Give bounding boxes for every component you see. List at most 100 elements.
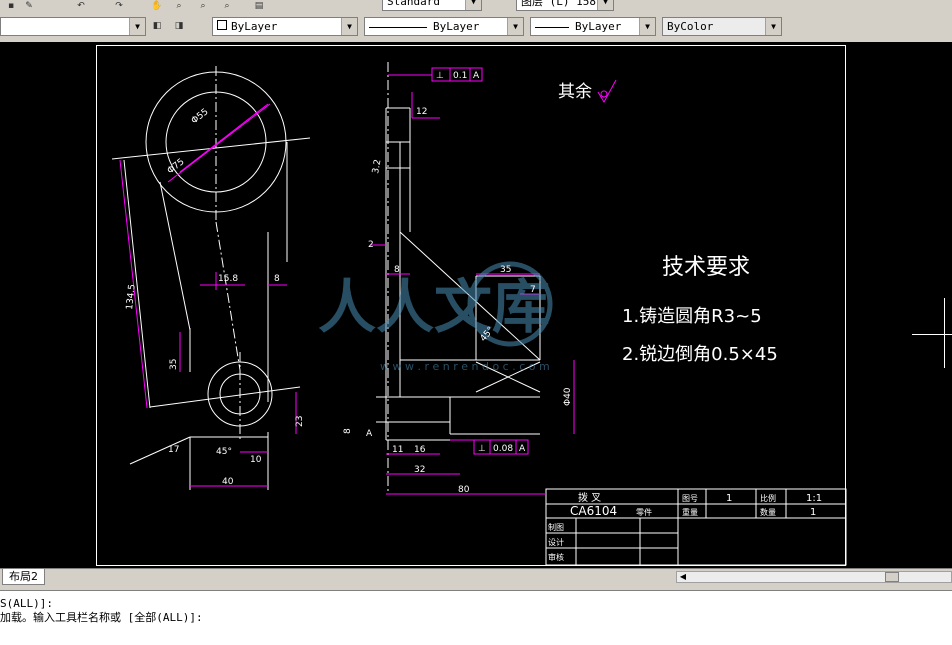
tb-label-qty: 数量 bbox=[760, 507, 776, 517]
layer-previous-icon[interactable]: ◨ bbox=[172, 21, 186, 31]
tech-req-title: 技术要求 bbox=[662, 255, 750, 280]
tol-bottom-datum: A bbox=[519, 444, 526, 454]
tech-req-1: 1.铸造圆角R3~5 bbox=[622, 306, 762, 327]
tb-label-design: 设计 bbox=[548, 537, 564, 547]
zoom-realtime-icon[interactable]: ⌕ bbox=[172, 1, 186, 11]
command-history-line-1: S(ALL)]: bbox=[0, 597, 53, 610]
scroll-left-icon[interactable]: ◀ bbox=[677, 572, 689, 582]
undo-icon[interactable]: ↶ bbox=[74, 1, 88, 11]
dim-d10: 23 bbox=[295, 416, 305, 427]
tb-part-code-suffix: 零件 bbox=[636, 507, 652, 517]
plotstyle-combo[interactable]: ByColor ▼ bbox=[662, 17, 782, 36]
chevron-down-icon[interactable]: ▼ bbox=[765, 18, 781, 35]
tol-top-value: 0.1 bbox=[453, 71, 467, 81]
dim-line-75 bbox=[167, 103, 271, 183]
tab-layout2[interactable]: 布局2 bbox=[2, 569, 45, 585]
crosshair-horizontal bbox=[912, 334, 952, 335]
dim-d4: 8 bbox=[274, 274, 280, 284]
chevron-down-icon[interactable]: ▼ bbox=[129, 18, 145, 35]
horizontal-scrollbar[interactable]: ◀ bbox=[676, 571, 952, 583]
color-combo[interactable]: ByLayer ▼ bbox=[212, 17, 358, 36]
tb-part-name: 拨 叉 bbox=[578, 491, 601, 504]
tb-label-scale-no: 图号 bbox=[682, 494, 698, 503]
chevron-down-icon[interactable]: ▼ bbox=[465, 0, 481, 10]
dim-d15: 35 bbox=[500, 265, 511, 275]
dim-d1: Φ55 bbox=[190, 107, 211, 126]
layer-state-combo[interactable]: 图层 (L) 158 ▼ bbox=[516, 0, 614, 11]
chevron-down-icon[interactable]: ▼ bbox=[597, 0, 613, 10]
layer-combo[interactable]: ▼ bbox=[0, 17, 146, 36]
dim-d3: 15.8 bbox=[218, 274, 238, 284]
drawing-canvas[interactable]: 人人文库 w w w . r e n r e n d o c . c o m Φ… bbox=[0, 42, 952, 568]
watermark-text: 人人文库 bbox=[318, 273, 550, 341]
centerline-h2 bbox=[149, 386, 301, 408]
dim-d20: 16 bbox=[414, 445, 426, 455]
dim-d23: 8 bbox=[343, 428, 353, 434]
make-layer-current-icon[interactable]: ◧ bbox=[150, 21, 164, 31]
lineweight-sample bbox=[535, 26, 569, 28]
color-label: ByLayer bbox=[231, 20, 278, 33]
linetype-label: ByLayer bbox=[433, 20, 480, 33]
dim-line-1345 bbox=[119, 159, 148, 409]
roughness-symbol bbox=[597, 79, 617, 104]
arm-right bbox=[159, 181, 191, 331]
properties-icon[interactable]: ▤ bbox=[252, 1, 266, 11]
linetype-combo[interactable]: ByLayer ▼ bbox=[364, 17, 524, 36]
chevron-down-icon[interactable]: ▼ bbox=[507, 18, 523, 35]
tol-top-symbol: ⊥ bbox=[436, 71, 444, 81]
lineweight-combo[interactable]: ByLayer ▼ bbox=[530, 17, 656, 36]
watermark-url: w w w . r e n r e n d o c . c o m bbox=[380, 360, 550, 373]
dim-d11: 17 bbox=[168, 445, 179, 455]
tb-val-scale-no: 1 bbox=[726, 493, 732, 504]
roughness-circle bbox=[600, 90, 608, 98]
lineweight-value: ByLayer bbox=[535, 18, 621, 35]
plotstyle-value: ByColor bbox=[667, 20, 714, 33]
dim-d18: Φ40 bbox=[563, 387, 573, 406]
color-value: ByLayer bbox=[217, 18, 277, 35]
tol-bottom-value: 0.08 bbox=[493, 444, 513, 454]
command-prompt-line[interactable]: 加载。输入工具栏名称或 [全部(ALL)]: bbox=[0, 611, 203, 625]
chevron-down-icon[interactable]: ▼ bbox=[639, 18, 655, 35]
tb-label-check: 审核 bbox=[548, 552, 564, 562]
tech-req-2: 2.锐边倒角0.5×45 bbox=[622, 344, 778, 365]
tb-label-draw: 制图 bbox=[548, 522, 564, 532]
dim-d19: 11 bbox=[392, 445, 403, 455]
layer-state-value: 图层 (L) 158 bbox=[521, 0, 596, 8]
redo-icon[interactable]: ↷ bbox=[112, 1, 126, 11]
pan-icon[interactable]: ✋ bbox=[150, 1, 164, 11]
dim-d9: 40 bbox=[222, 477, 234, 487]
dim-d21: 32 bbox=[414, 465, 425, 475]
dim-d16: 7 bbox=[530, 285, 536, 295]
text-style-combo[interactable]: Standard ▼ bbox=[382, 0, 482, 11]
text-style-value: Standard bbox=[387, 0, 440, 8]
linetype-value: ByLayer bbox=[369, 18, 479, 35]
dim-d22: 80 bbox=[458, 485, 470, 495]
chevron-down-icon[interactable]: ▼ bbox=[341, 18, 357, 35]
layout-tabs-bar: 布局2 ◀ bbox=[0, 568, 952, 585]
dim-line-55 bbox=[179, 103, 269, 173]
scrollbar-thumb[interactable] bbox=[885, 572, 899, 582]
tb-label-ratio: 比例 bbox=[760, 493, 776, 503]
dim-d14: 8 bbox=[394, 265, 400, 275]
foot-line bbox=[129, 436, 191, 465]
zoom-previous-icon[interactable]: ⌕ bbox=[220, 1, 234, 11]
crosshair-vertical bbox=[944, 298, 945, 368]
tb-val-qty: 1 bbox=[810, 507, 816, 518]
tol-top-datum: A bbox=[473, 71, 480, 81]
properties-toolbar: ▼ ◧ ◨ ByLayer ▼ ByLayer ▼ ByLayer ▼ ByCo… bbox=[0, 12, 952, 43]
watermark-group: 人人文库 w w w . r e n r e n d o c . c o m bbox=[318, 261, 553, 373]
roughness-note: 其余 bbox=[558, 82, 592, 102]
dim-d6: 35 bbox=[169, 359, 179, 370]
tb-val-ratio: 1:1 bbox=[806, 493, 822, 504]
command-line[interactable]: S(ALL)]: 加载。输入工具栏名称或 [全部(ALL)]: bbox=[0, 590, 952, 645]
zoom-window-icon[interactable]: ⌕ bbox=[196, 1, 210, 11]
dim-d24: 3.2 bbox=[371, 159, 383, 175]
paste-icon[interactable]: ▪ bbox=[4, 1, 18, 11]
lineweight-label: ByLayer bbox=[575, 20, 622, 33]
tb-label-weight: 重量 bbox=[682, 507, 698, 517]
linetype-sample bbox=[369, 26, 427, 28]
match-properties-icon[interactable]: ✎ bbox=[22, 1, 36, 11]
tol-bottom-symbol: ⊥ bbox=[478, 444, 486, 454]
dim-d8: 10 bbox=[250, 455, 262, 465]
datum-label: A bbox=[366, 429, 373, 439]
